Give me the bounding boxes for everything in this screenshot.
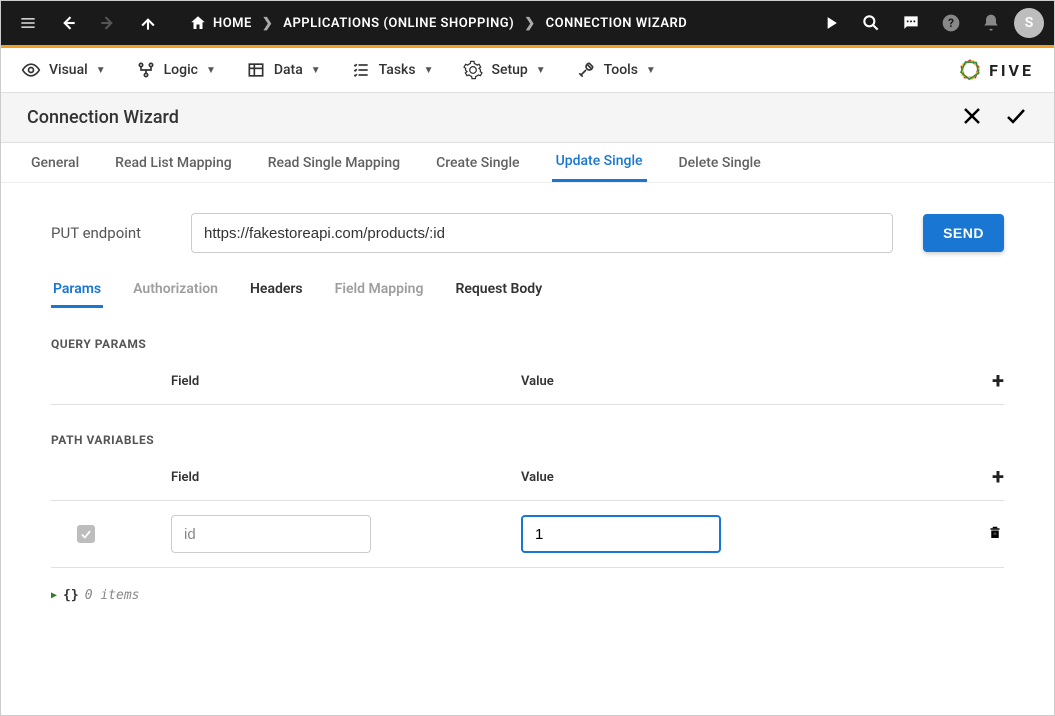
menu-label: Tools bbox=[604, 62, 638, 78]
tab-read-list-mapping[interactable]: Read List Mapping bbox=[111, 145, 236, 181]
request-subtabs: Params Authorization Headers Field Mappi… bbox=[51, 273, 1004, 309]
subtab-headers[interactable]: Headers bbox=[248, 273, 305, 308]
endpoint-row: PUT endpoint SEND bbox=[51, 213, 1004, 253]
close-button[interactable] bbox=[960, 104, 984, 132]
top-app-bar: HOME ❯ APPLICATIONS (ONLINE SHOPPING) ❯ … bbox=[1, 1, 1054, 48]
chat-icon[interactable] bbox=[894, 6, 928, 40]
svg-text:?: ? bbox=[948, 16, 954, 30]
avatar-initial: S bbox=[1025, 15, 1034, 31]
menu-label: Logic bbox=[164, 62, 198, 78]
chevron-right-icon: ❯ bbox=[524, 16, 535, 31]
play-icon[interactable] bbox=[814, 6, 848, 40]
send-button[interactable]: SEND bbox=[923, 214, 1004, 252]
path-variable-value-input[interactable] bbox=[521, 515, 721, 553]
row-checkbox bbox=[77, 525, 95, 543]
wrench-icon bbox=[576, 60, 596, 80]
branch-icon bbox=[136, 60, 156, 80]
breadcrumb-item-connection-wizard[interactable]: CONNECTION WIZARD bbox=[536, 16, 698, 31]
menu-label: Data bbox=[274, 62, 303, 78]
json-braces: {} bbox=[63, 588, 79, 603]
path-variables-title: PATH VARIABLES bbox=[51, 433, 1004, 447]
tab-read-single-mapping[interactable]: Read Single Mapping bbox=[264, 145, 404, 181]
tab-create-single[interactable]: Create Single bbox=[432, 145, 524, 181]
wizard-body: PUT endpoint SEND Params Authorization H… bbox=[1, 183, 1054, 633]
topbar-right: ? S bbox=[814, 6, 1044, 40]
add-query-param-button[interactable]: + bbox=[992, 369, 1004, 394]
query-params-title: QUERY PARAMS bbox=[51, 337, 1004, 351]
logo: FIVE bbox=[957, 57, 1034, 83]
path-variables-header: Field Value + bbox=[51, 465, 1004, 501]
breadcrumb-item-applications[interactable]: APPLICATIONS (ONLINE SHOPPING) bbox=[273, 16, 524, 31]
tab-delete-single[interactable]: Delete Single bbox=[675, 145, 765, 181]
tab-general[interactable]: General bbox=[27, 145, 83, 181]
bell-icon[interactable] bbox=[974, 6, 1008, 40]
caret-down-icon: ▼ bbox=[206, 65, 216, 76]
list-icon bbox=[351, 60, 371, 80]
delete-row-button[interactable] bbox=[986, 529, 1004, 545]
response-preview[interactable]: ▶ {} 0 items bbox=[51, 588, 1004, 603]
search-icon[interactable] bbox=[854, 6, 888, 40]
column-header-value: Value bbox=[521, 374, 954, 389]
breadcrumb-label: HOME bbox=[213, 16, 252, 31]
check-icon bbox=[79, 527, 93, 541]
path-variable-row bbox=[51, 501, 1004, 568]
up-arrow-icon[interactable] bbox=[131, 6, 165, 40]
menu-tools[interactable]: Tools ▼ bbox=[576, 60, 656, 80]
avatar[interactable]: S bbox=[1014, 8, 1044, 38]
page-header-actions bbox=[960, 104, 1028, 132]
menu-tasks[interactable]: Tasks ▼ bbox=[351, 60, 434, 80]
caret-down-icon: ▼ bbox=[536, 65, 546, 76]
menu-logic[interactable]: Logic ▼ bbox=[136, 60, 216, 80]
menu-icon[interactable] bbox=[11, 6, 45, 40]
eye-icon bbox=[21, 60, 41, 80]
tab-update-single[interactable]: Update Single bbox=[552, 143, 647, 182]
caret-down-icon: ▼ bbox=[96, 65, 106, 76]
subtab-request-body[interactable]: Request Body bbox=[453, 273, 544, 308]
subtab-authorization[interactable]: Authorization bbox=[131, 273, 220, 308]
breadcrumb: HOME ❯ APPLICATIONS (ONLINE SHOPPING) ❯ … bbox=[179, 14, 697, 32]
gear-icon bbox=[463, 60, 483, 80]
breadcrumb-label: APPLICATIONS (ONLINE SHOPPING) bbox=[283, 16, 514, 31]
chevron-right-icon: ❯ bbox=[262, 16, 273, 31]
back-arrow-icon[interactable] bbox=[51, 6, 85, 40]
endpoint-input[interactable] bbox=[191, 213, 893, 253]
help-icon[interactable]: ? bbox=[934, 6, 968, 40]
home-icon bbox=[189, 14, 207, 32]
add-path-variable-button[interactable]: + bbox=[992, 465, 1004, 490]
confirm-button[interactable] bbox=[1004, 104, 1028, 132]
subtab-params[interactable]: Params bbox=[51, 273, 103, 308]
caret-down-icon: ▼ bbox=[311, 65, 321, 76]
expand-icon[interactable]: ▶ bbox=[51, 590, 57, 601]
menu-label: Setup bbox=[491, 62, 527, 78]
column-header-field: Field bbox=[171, 374, 521, 389]
logo-text: FIVE bbox=[989, 61, 1034, 80]
endpoint-label: PUT endpoint bbox=[51, 224, 161, 242]
menu-visual[interactable]: Visual ▼ bbox=[21, 60, 106, 80]
subtab-field-mapping[interactable]: Field Mapping bbox=[333, 273, 426, 308]
logo-icon bbox=[957, 57, 983, 83]
column-header-field: Field bbox=[171, 470, 521, 485]
menu-setup[interactable]: Setup ▼ bbox=[463, 60, 545, 80]
breadcrumb-item-home[interactable]: HOME bbox=[179, 14, 262, 32]
menu-label: Tasks bbox=[379, 62, 416, 78]
json-items-count: 0 items bbox=[85, 588, 140, 603]
menu-data[interactable]: Data ▼ bbox=[246, 60, 321, 80]
topbar-left: HOME ❯ APPLICATIONS (ONLINE SHOPPING) ❯ … bbox=[11, 6, 697, 40]
menu-bar: Visual ▼ Logic ▼ Data ▼ Tasks ▼ Setup ▼ Tools… bbox=[1, 48, 1054, 93]
wizard-tabs: General Read List Mapping Read Single Ma… bbox=[1, 143, 1054, 183]
page-title: Connection Wizard bbox=[27, 107, 179, 128]
column-header-value: Value bbox=[521, 470, 954, 485]
forward-arrow-icon bbox=[91, 6, 125, 40]
caret-down-icon: ▼ bbox=[646, 65, 656, 76]
query-params-header: Field Value + bbox=[51, 369, 1004, 405]
path-variable-field-input[interactable] bbox=[171, 515, 371, 553]
table-icon bbox=[246, 60, 266, 80]
menu-label: Visual bbox=[49, 62, 88, 78]
caret-down-icon: ▼ bbox=[424, 65, 434, 76]
breadcrumb-label: CONNECTION WIZARD bbox=[546, 16, 688, 31]
page-header: Connection Wizard bbox=[1, 93, 1054, 143]
